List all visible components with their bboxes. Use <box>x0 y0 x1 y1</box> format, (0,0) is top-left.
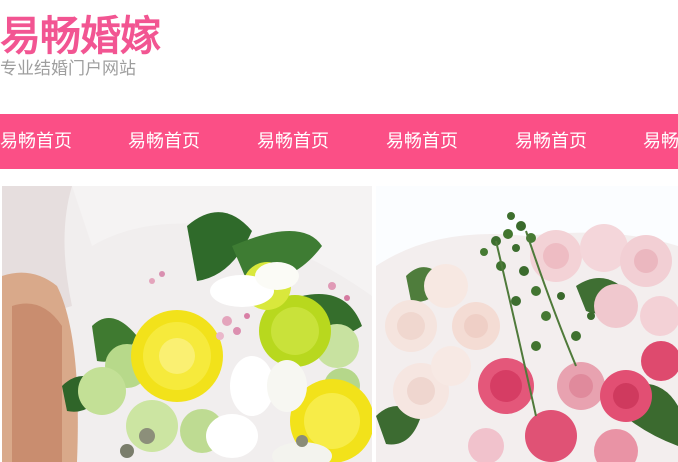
nav-item-home-4[interactable]: 易畅首页 <box>386 114 458 169</box>
site-header: 易畅婚嫁 专业结婚门户网站 <box>0 0 678 114</box>
main-navigation: 易畅首页 易畅首页 易畅首页 易畅首页 易畅首页 易畅首页 <box>0 114 678 169</box>
pink-bouquet-image <box>376 186 678 462</box>
yellow-bouquet-image <box>2 186 372 462</box>
site-subtitle: 专业结婚门户网站 <box>0 59 136 79</box>
nav-item-home-1[interactable]: 易畅首页 <box>0 114 72 169</box>
nav-item-home-3[interactable]: 易畅首页 <box>257 114 329 169</box>
photo-gallery <box>0 186 678 462</box>
nav-item-home-5[interactable]: 易畅首页 <box>515 114 587 169</box>
nav-item-home-6[interactable]: 易畅首页 <box>643 114 678 169</box>
site-title[interactable]: 易畅婚嫁 <box>0 10 161 62</box>
nav-item-home-2[interactable]: 易畅首页 <box>128 114 200 169</box>
bouquet-photo-pink[interactable] <box>376 186 678 462</box>
bouquet-photo-yellow[interactable] <box>2 186 372 462</box>
